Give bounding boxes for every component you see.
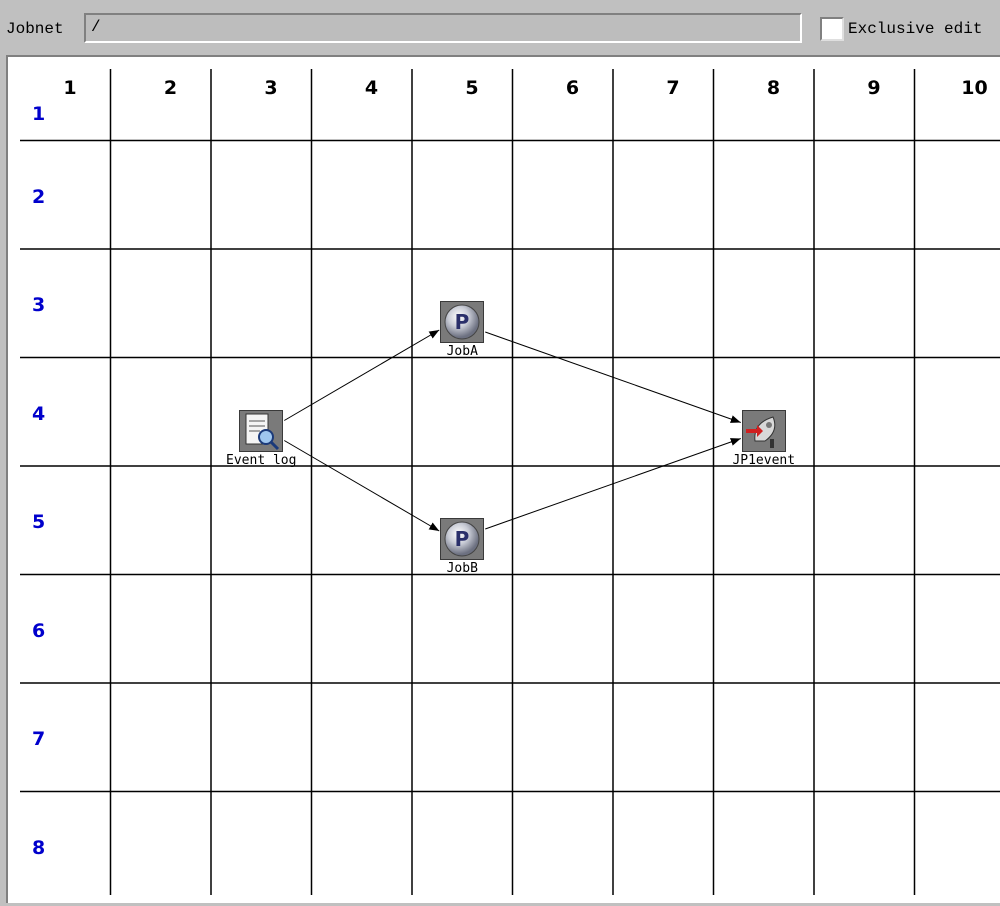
- jp1-event-send-icon[interactable]: [741, 409, 786, 452]
- job-label-eventlog: Event log: [226, 452, 297, 468]
- exclusive-edit-checkbox-box[interactable]: [820, 17, 844, 41]
- relation-line-eventlog-joba[interactable]: [283, 329, 440, 421]
- row-number-5: 5: [32, 511, 46, 533]
- row-number-3: 3: [32, 294, 46, 316]
- exclusive-edit-checkbox[interactable]: Exclusive edit: [820, 14, 982, 44]
- svg-text:P: P: [455, 527, 470, 551]
- column-number-7: 7: [666, 77, 680, 99]
- pc-job-icon[interactable]: P: [440, 518, 485, 560]
- column-number-10: 10: [961, 77, 988, 99]
- event-log-icon[interactable]: [239, 409, 284, 452]
- row-number-8: 8: [32, 836, 46, 859]
- svg-text:P: P: [455, 310, 470, 334]
- row-number-1: 1: [32, 103, 46, 125]
- column-number-3: 3: [264, 77, 278, 99]
- jobnet-map-area[interactable]: 1 2 3 4 5 6 7 8 9 10 1 2 3 4 5 6 7 8 Event log P JobA P JobB JP…: [6, 55, 1000, 903]
- job-label-jp1event: JP1event: [732, 452, 796, 468]
- column-number-1: 1: [63, 77, 77, 99]
- map-grid: [20, 69, 1000, 895]
- column-number-8: 8: [766, 77, 781, 99]
- column-number-9: 9: [867, 77, 881, 99]
- column-number-5: 5: [465, 77, 479, 99]
- job-label-jobb: JobB: [446, 561, 478, 576]
- column-number-6: 6: [565, 77, 580, 99]
- jobnet-label: Jobnet: [6, 20, 64, 38]
- exclusive-edit-label: Exclusive edit: [848, 20, 983, 38]
- jobnet-path-field[interactable]: /: [84, 13, 802, 43]
- column-number-2: 2: [163, 77, 178, 99]
- job-label-joba: JobA: [446, 344, 478, 359]
- row-number-7: 7: [32, 728, 46, 750]
- row-number-6: 6: [32, 619, 46, 642]
- pc-job-icon[interactable]: P: [440, 301, 485, 343]
- row-number-2: 2: [32, 185, 46, 208]
- row-number-4: 4: [32, 402, 46, 425]
- jobnet-toolbar: Jobnet / Exclusive edit: [0, 0, 1000, 50]
- relation-line-eventlog-jobb[interactable]: [283, 440, 440, 532]
- column-number-4: 4: [364, 77, 379, 99]
